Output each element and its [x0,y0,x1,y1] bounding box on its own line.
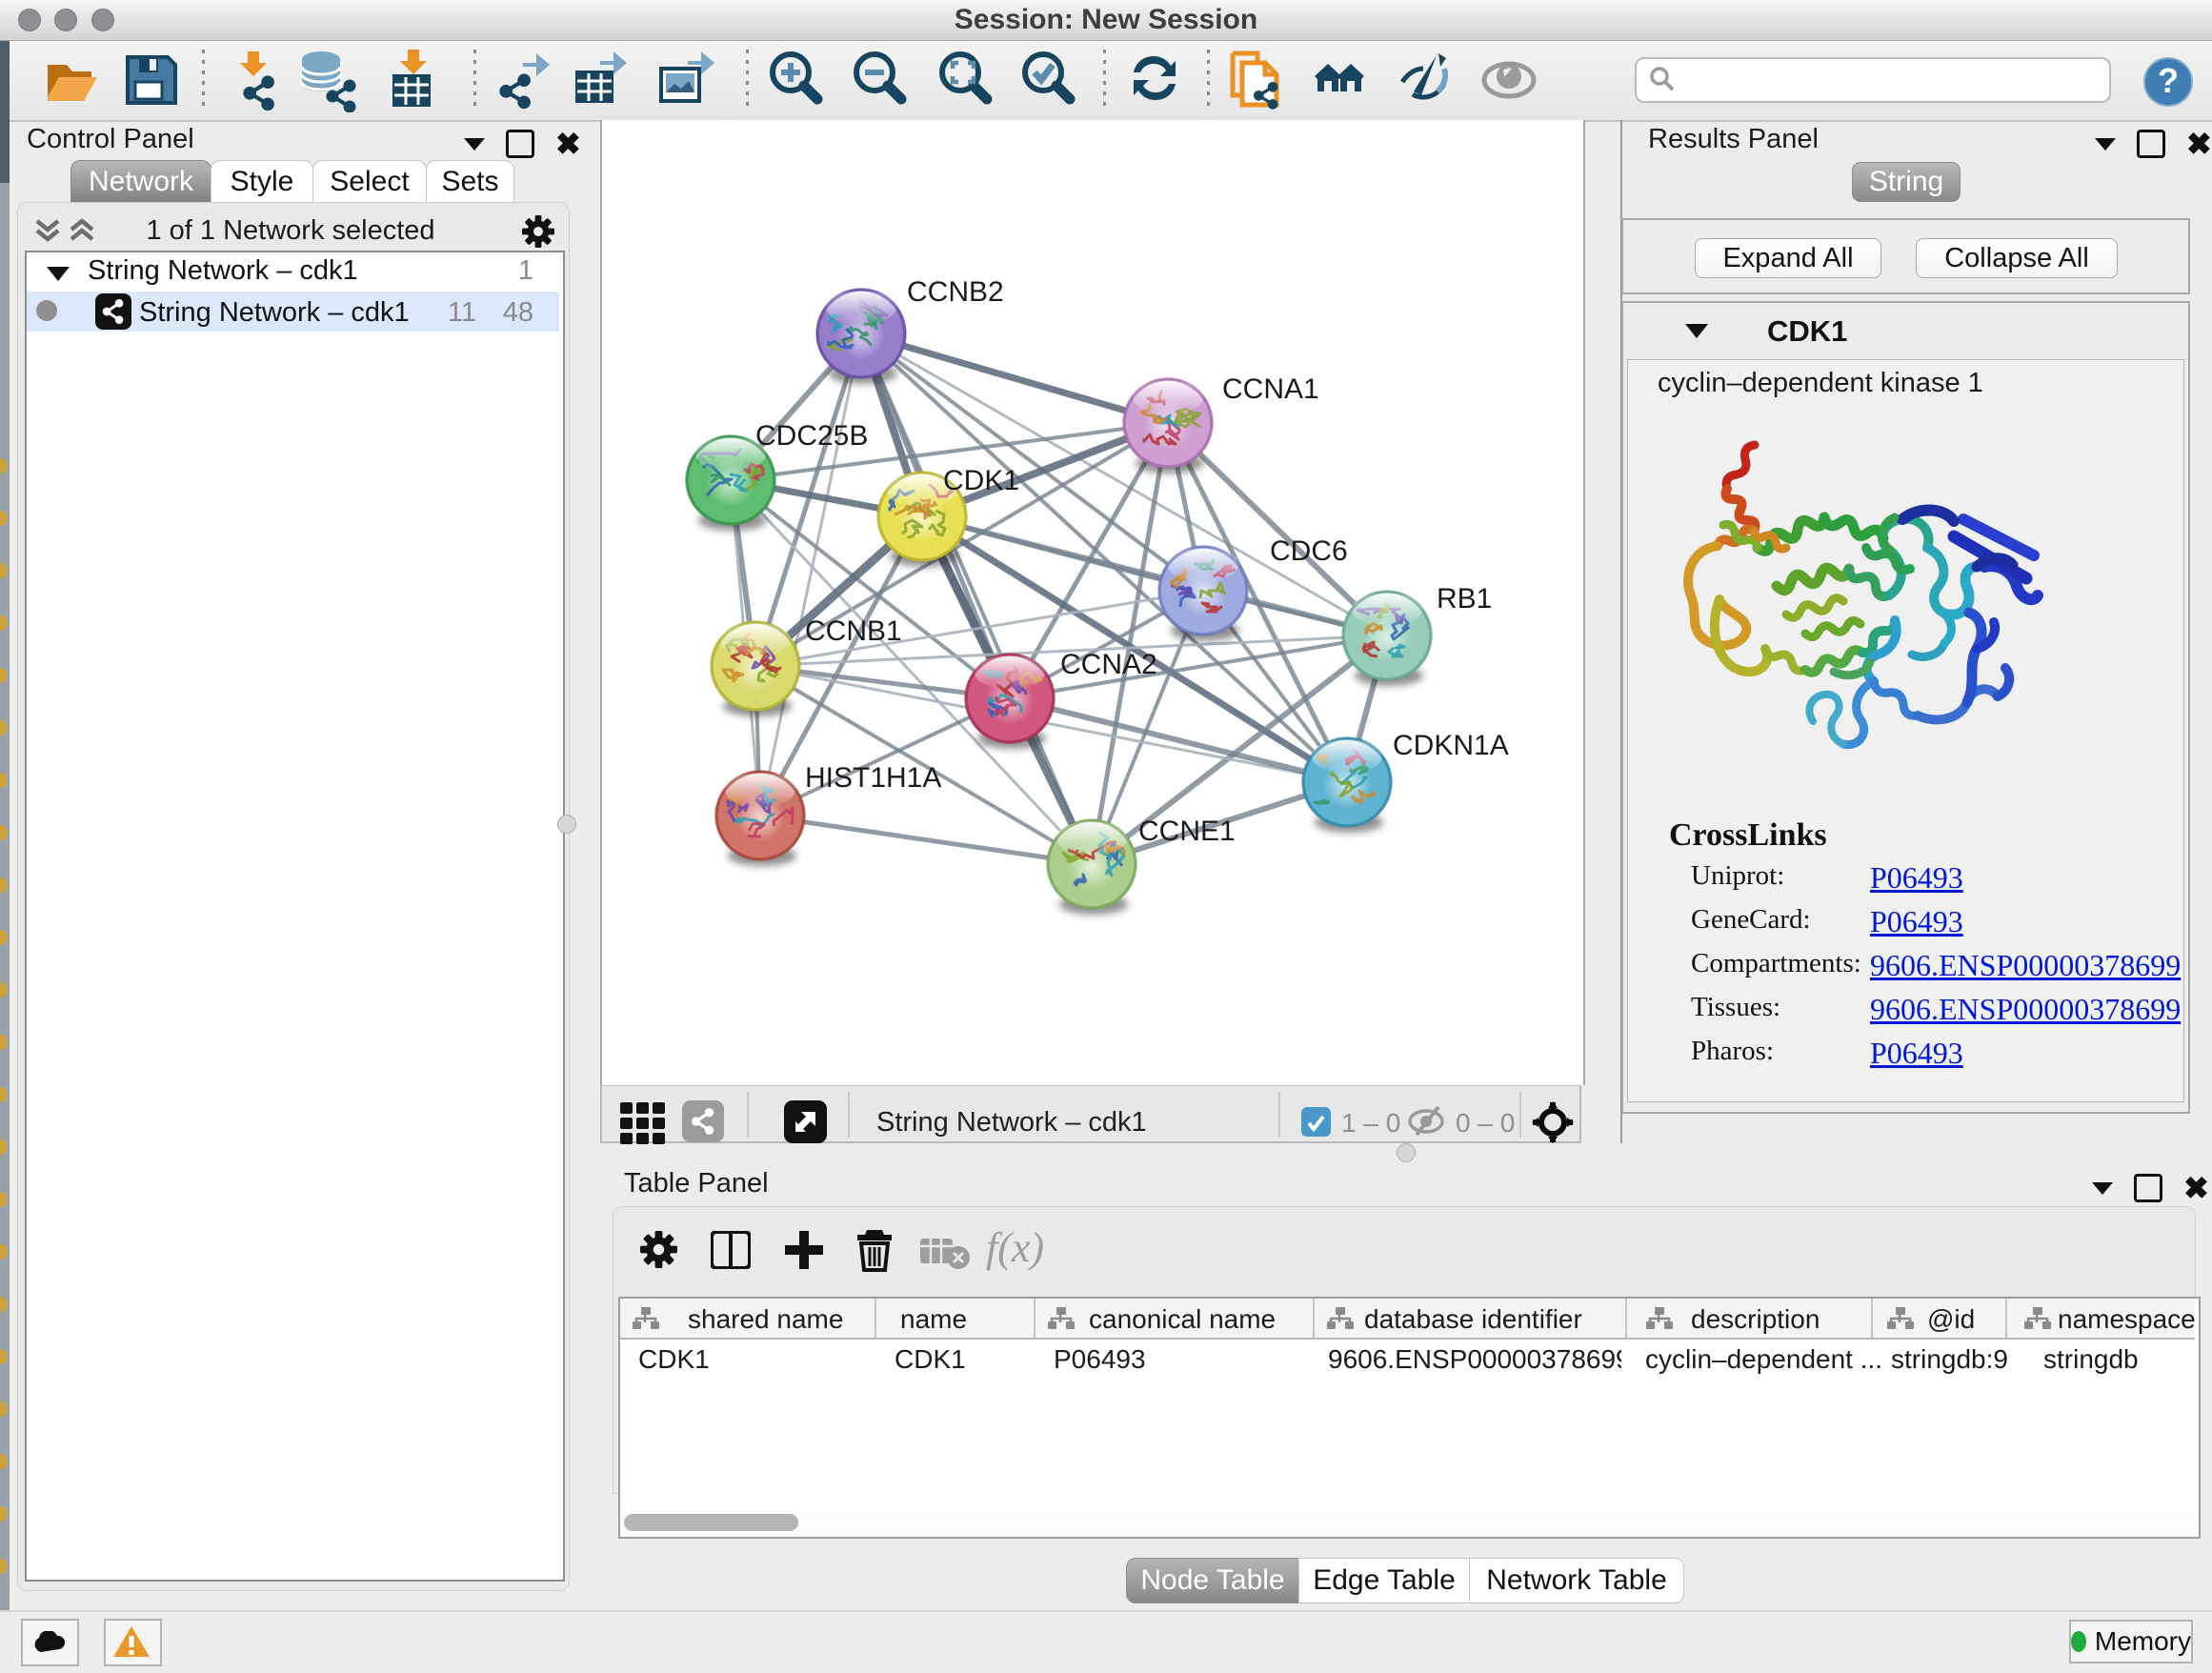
svg-text:CCNE1: CCNE1 [1138,816,1236,847]
svg-text:CCNB2: CCNB2 [907,276,1004,308]
svg-text:CCNA2: CCNA2 [1060,649,1157,680]
svg-text:RB1: RB1 [1437,583,1492,615]
svg-text:CDKN1A: CDKN1A [1393,730,1509,761]
svg-text:CDC6: CDC6 [1270,535,1348,567]
svg-text:CCNB1: CCNB1 [805,615,902,647]
svg-text:HIST1H1A: HIST1H1A [805,762,941,794]
svg-text:CDK1: CDK1 [943,465,1019,496]
svg-text:CCNA1: CCNA1 [1222,373,1319,405]
svg-text:CDC25B: CDC25B [755,420,868,452]
